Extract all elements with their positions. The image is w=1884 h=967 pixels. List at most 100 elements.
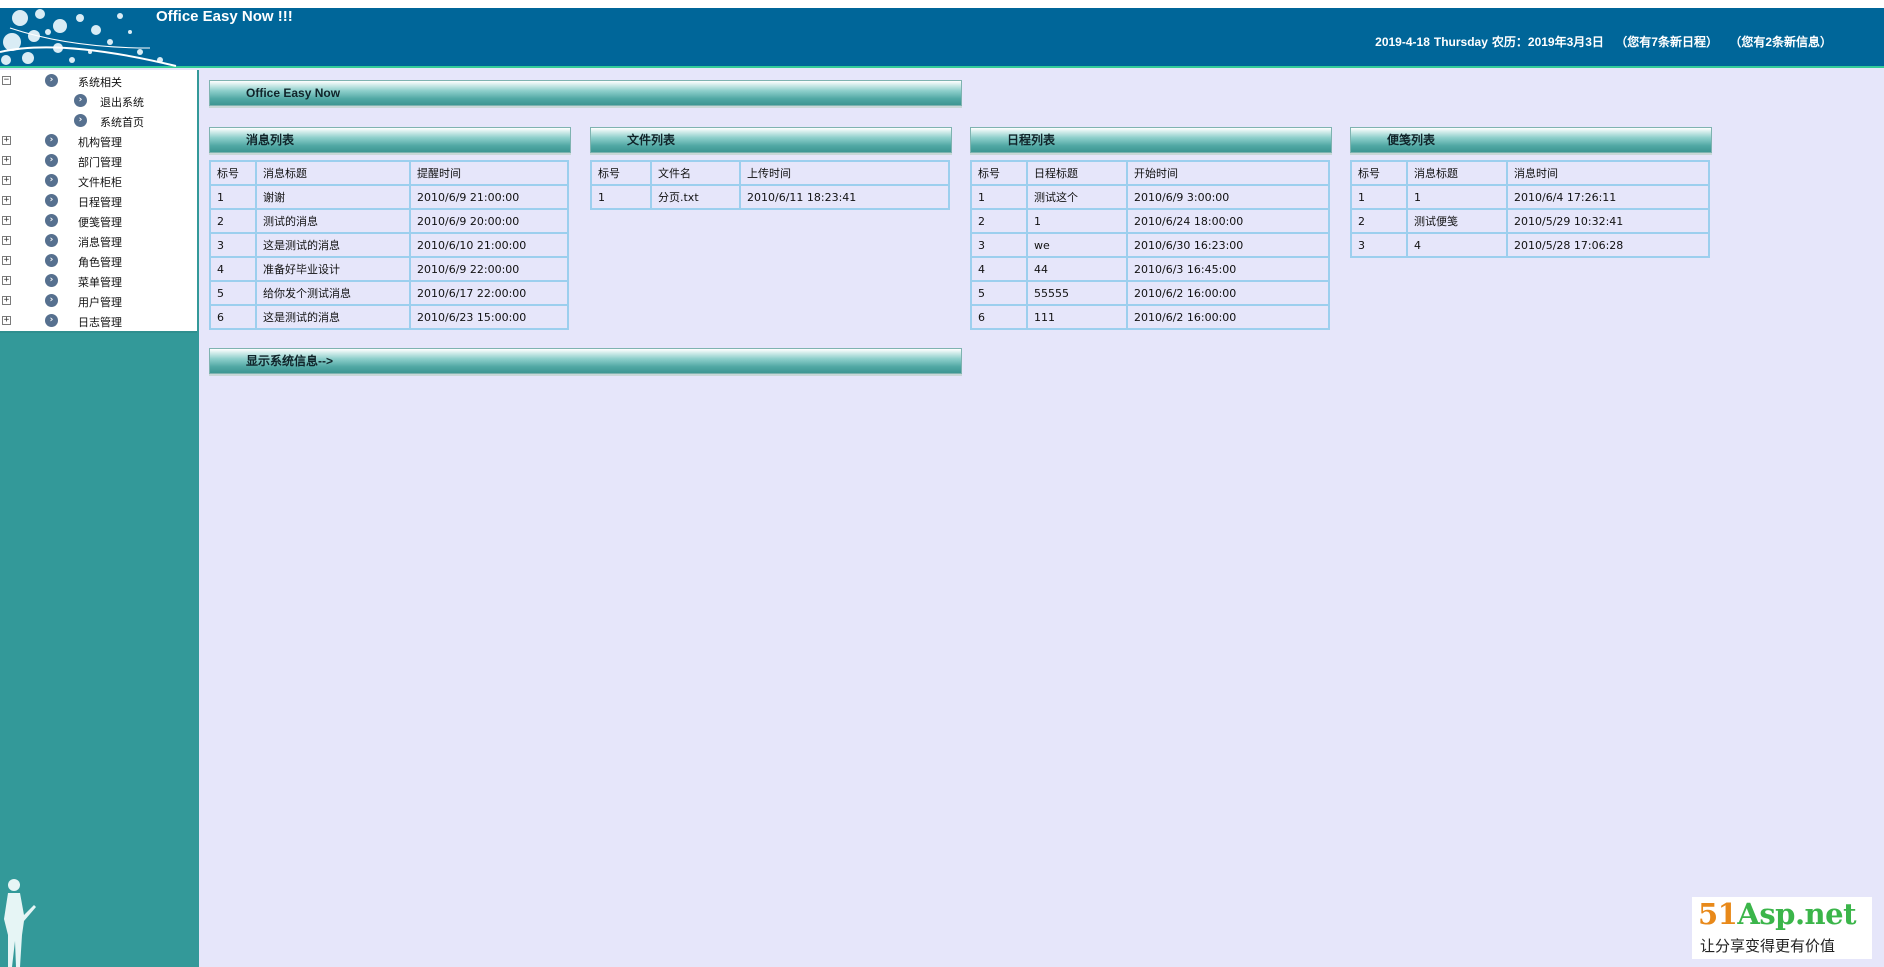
chevron-right-icon: › bbox=[45, 234, 58, 247]
cell-filename[interactable]: 分页.txt bbox=[650, 184, 741, 210]
cell-title[interactable]: 测试便笺 bbox=[1406, 208, 1508, 234]
table-row[interactable]: 5 55555 2010/6/2 16:00:00 bbox=[970, 280, 1330, 306]
cell-title[interactable]: 给你发个测试消息 bbox=[255, 280, 411, 306]
sidebar-item-menus[interactable]: + › 菜单管理 bbox=[0, 271, 197, 291]
table-row[interactable]: 3 we 2010/6/30 16:23:00 bbox=[970, 232, 1330, 258]
files-table: 标号 文件名 上传时间 1 分页.txt 2010/6/11 18:23:41 bbox=[590, 160, 950, 210]
cell-title[interactable]: 测试的消息 bbox=[255, 208, 411, 234]
table-row[interactable]: 2 测试便笺 2010/5/29 10:32:41 bbox=[1350, 208, 1710, 234]
table-row[interactable]: 1 测试这个 2010/6/9 3:00:00 bbox=[970, 184, 1330, 210]
table-row[interactable]: 2 1 2010/6/24 18:00:00 bbox=[970, 208, 1330, 234]
cell-time: 2010/6/4 17:26:11 bbox=[1506, 184, 1710, 210]
sidebar-item-system[interactable]: − › 系统相关 bbox=[0, 71, 197, 91]
table-row[interactable]: 1 1 2010/6/4 17:26:11 bbox=[1350, 184, 1710, 210]
expand-icon[interactable]: + bbox=[2, 276, 11, 285]
cell-id: 1 bbox=[590, 184, 652, 210]
cell-title[interactable]: 测试这个 bbox=[1026, 184, 1128, 210]
files-panel-title: 文件列表 bbox=[590, 127, 952, 153]
expand-icon[interactable]: + bbox=[2, 136, 11, 145]
column-header: 标号 bbox=[209, 160, 257, 186]
header: Office Easy Now !!! 2019-4-18 Thursday 农历：… bbox=[0, 8, 1884, 68]
cell-id: 6 bbox=[970, 304, 1028, 330]
sidebar-item-notes[interactable]: + › 便笺管理 bbox=[0, 211, 197, 231]
sidebar-item-label: 便笺管理 bbox=[78, 216, 122, 229]
cell-title[interactable]: 准备好毕业设计 bbox=[255, 256, 411, 282]
cell-id: 5 bbox=[209, 280, 257, 306]
expand-icon[interactable]: + bbox=[2, 316, 11, 325]
table-row[interactable]: 6 111 2010/6/2 16:00:00 bbox=[970, 304, 1330, 330]
cell-title[interactable]: 111 bbox=[1026, 304, 1128, 330]
cell-id: 5 bbox=[970, 280, 1028, 306]
collapse-icon[interactable]: − bbox=[2, 76, 11, 85]
watermark-logo: 51Asp.net bbox=[1698, 897, 1856, 931]
presenter-silhouette bbox=[0, 875, 40, 967]
sidebar-item-logs[interactable]: + › 日志管理 bbox=[0, 311, 197, 331]
chevron-right-icon: › bbox=[45, 154, 58, 167]
chevron-right-icon: › bbox=[45, 134, 58, 147]
cell-title[interactable]: 这是测试的消息 bbox=[255, 232, 411, 258]
sidebar-item-organization[interactable]: + › 机构管理 bbox=[0, 131, 197, 151]
expand-icon[interactable]: + bbox=[2, 236, 11, 245]
cell-title[interactable]: we bbox=[1026, 232, 1128, 258]
notes-table: 标号 消息标题 消息时间 1 1 2010/6/4 17:26:11 2 测试便笺 20… bbox=[1350, 160, 1710, 258]
top-strip bbox=[0, 0, 1884, 8]
new-messages-link[interactable]: （您有2条新信息） bbox=[1729, 35, 1832, 49]
sidebar-item-roles[interactable]: + › 角色管理 bbox=[0, 251, 197, 271]
expand-icon[interactable]: + bbox=[2, 176, 11, 185]
schedules-table: 标号 日程标题 开始时间 1 测试这个 2010/6/9 3:00:00 2 1 201… bbox=[970, 160, 1330, 330]
sidebar-item-home[interactable]: › 系统首页 bbox=[0, 111, 197, 131]
chevron-right-icon: › bbox=[45, 174, 58, 187]
sidebar-item-logout[interactable]: › 退出系统 bbox=[0, 91, 197, 111]
cell-time: 2010/6/9 21:00:00 bbox=[409, 184, 569, 210]
sidebar-item-schedule[interactable]: + › 日程管理 bbox=[0, 191, 197, 211]
site-watermark: 51Asp.net 让分享变得更有价值 bbox=[1692, 897, 1872, 959]
cell-time: 2010/6/23 15:00:00 bbox=[409, 304, 569, 330]
sidebar-item-department[interactable]: + › 部门管理 bbox=[0, 151, 197, 171]
column-header: 标号 bbox=[1350, 160, 1408, 186]
expand-icon[interactable]: + bbox=[2, 256, 11, 265]
sidebar-item-label: 系统相关 bbox=[78, 76, 122, 89]
cell-title[interactable]: 谢谢 bbox=[255, 184, 411, 210]
sidebar-item-file-cabinet[interactable]: + › 文件柜柜 bbox=[0, 171, 197, 191]
cell-time: 2010/6/9 20:00:00 bbox=[409, 208, 569, 234]
cell-id: 4 bbox=[970, 256, 1028, 282]
table-row[interactable]: 6 这是测试的消息 2010/6/23 15:00:00 bbox=[209, 304, 569, 330]
table-header-row: 标号 消息标题 提醒时间 bbox=[209, 160, 569, 186]
cell-title[interactable]: 1 bbox=[1406, 184, 1508, 210]
watermark-logo-text: Asp.net bbox=[1737, 897, 1856, 931]
expand-icon[interactable]: + bbox=[2, 156, 11, 165]
column-header: 消息时间 bbox=[1506, 160, 1710, 186]
cell-title[interactable]: 这是测试的消息 bbox=[255, 304, 411, 330]
column-header: 消息标题 bbox=[255, 160, 411, 186]
sidebar-item-label: 菜单管理 bbox=[78, 276, 122, 289]
new-schedules-link[interactable]: （您有7条新日程） bbox=[1615, 35, 1718, 49]
cell-id: 4 bbox=[209, 256, 257, 282]
table-row[interactable]: 5 给你发个测试消息 2010/6/17 22:00:00 bbox=[209, 280, 569, 306]
table-row[interactable]: 2 测试的消息 2010/6/9 20:00:00 bbox=[209, 208, 569, 234]
sidebar-item-users[interactable]: + › 用户管理 bbox=[0, 291, 197, 311]
cell-time: 2010/6/9 22:00:00 bbox=[409, 256, 569, 282]
table-row[interactable]: 1 谢谢 2010/6/9 21:00:00 bbox=[209, 184, 569, 210]
sidebar-item-messages[interactable]: + › 消息管理 bbox=[0, 231, 197, 251]
table-row[interactable]: 3 4 2010/5/28 17:06:28 bbox=[1350, 232, 1710, 258]
expand-icon[interactable]: + bbox=[2, 216, 11, 225]
cell-title[interactable]: 44 bbox=[1026, 256, 1128, 282]
chevron-right-icon: › bbox=[45, 314, 58, 327]
sidebar-item-label: 消息管理 bbox=[78, 236, 122, 249]
watermark-logo-prefix: 51 bbox=[1698, 897, 1738, 931]
table-row[interactable]: 4 准备好毕业设计 2010/6/9 22:00:00 bbox=[209, 256, 569, 282]
cell-title[interactable]: 55555 bbox=[1026, 280, 1128, 306]
cell-title[interactable]: 1 bbox=[1026, 208, 1128, 234]
column-header: 上传时间 bbox=[739, 160, 950, 186]
table-row[interactable]: 1 分页.txt 2010/6/11 18:23:41 bbox=[590, 184, 950, 210]
sidebar-item-label: 部门管理 bbox=[78, 156, 122, 169]
table-row[interactable]: 4 44 2010/6/3 16:45:00 bbox=[970, 256, 1330, 282]
expand-icon[interactable]: + bbox=[2, 296, 11, 305]
show-system-info-link[interactable]: 显示系统信息--> bbox=[209, 348, 962, 374]
current-date: 2019-4-18 bbox=[1375, 35, 1430, 49]
cell-time: 2010/6/24 18:00:00 bbox=[1126, 208, 1330, 234]
expand-icon[interactable]: + bbox=[2, 196, 11, 205]
chevron-right-icon: › bbox=[45, 274, 58, 287]
cell-title[interactable]: 4 bbox=[1406, 232, 1508, 258]
table-row[interactable]: 3 这是测试的消息 2010/6/10 21:00:00 bbox=[209, 232, 569, 258]
